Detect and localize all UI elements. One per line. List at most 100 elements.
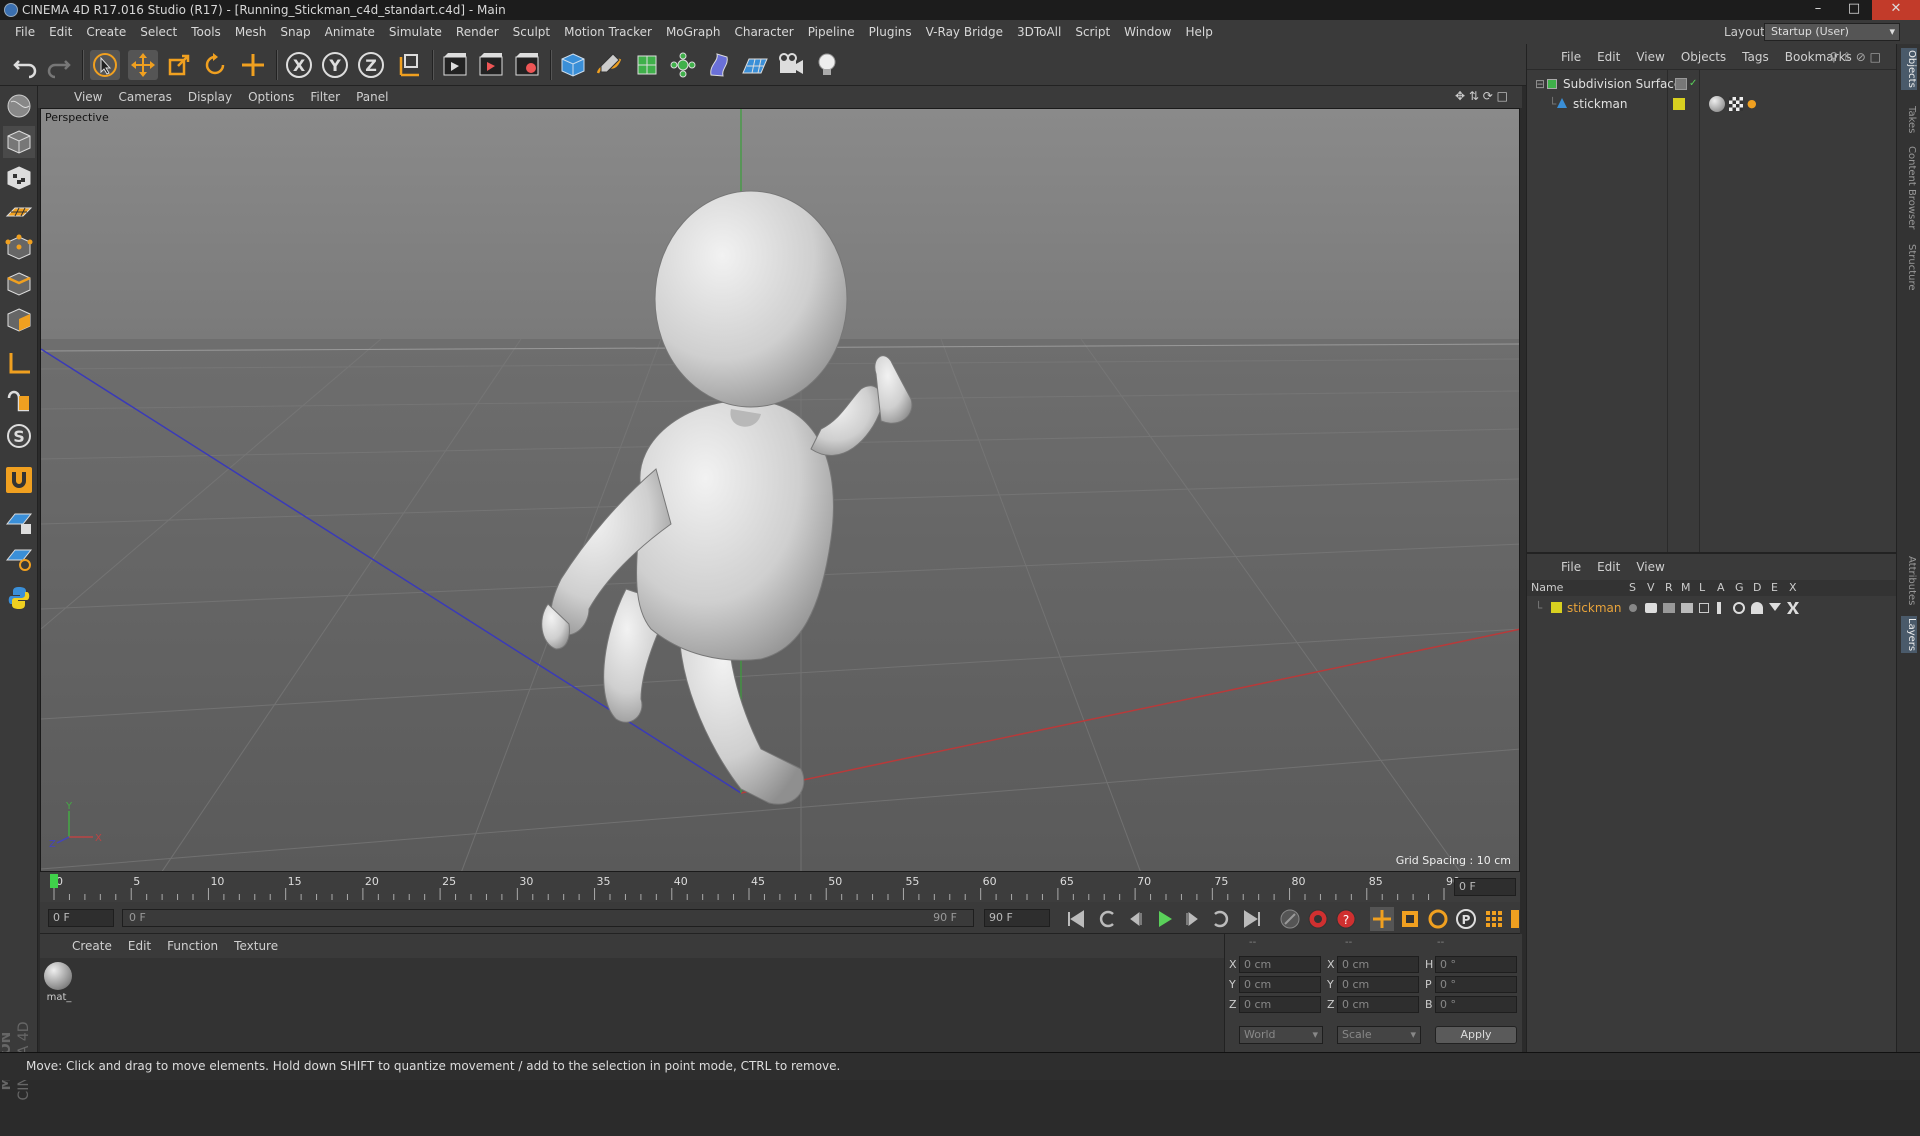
redo-icon[interactable] [44,50,74,80]
menu-animate[interactable]: Animate [318,25,382,39]
make-editable-icon[interactable] [3,90,35,122]
column-locked[interactable]: L [1699,580,1705,596]
camera-icon[interactable] [776,50,806,80]
layer-menu-view[interactable]: View [1628,560,1672,574]
menu-pipeline[interactable]: Pipeline [801,25,862,39]
object-menu-view[interactable]: View [1628,50,1672,64]
column-xref[interactable]: X [1789,580,1797,596]
tab-layers[interactable]: Layers [1901,616,1917,654]
goto-start-icon[interactable] [1064,907,1088,931]
solo-toggle-icon[interactable] [1629,604,1637,612]
light-icon[interactable] [812,50,842,80]
prev-key-icon[interactable] [1096,907,1120,931]
floor-environment-icon[interactable] [740,50,770,80]
rotate-icon[interactable] [200,50,230,80]
end-frame-field[interactable]: 90 F [984,909,1050,927]
coordinate-mode-dropdown[interactable]: World ▾ [1239,1026,1323,1044]
layer-tag-icon[interactable] [1675,78,1687,90]
tab-structure[interactable]: Structure [1901,244,1917,291]
maximize-button[interactable]: □ [1836,0,1872,20]
expression-toggle-icon[interactable] [1769,603,1781,611]
column-deformers[interactable]: D [1753,580,1761,596]
key-scale-icon[interactable] [1398,907,1422,931]
menu-3dtoall[interactable]: 3DToAll [1010,25,1068,39]
material-tag-icon[interactable] [1709,96,1725,112]
material-menu-edit[interactable]: Edit [120,939,159,953]
column-generators[interactable]: G [1735,580,1744,596]
grid-snap-icon[interactable] [3,542,35,574]
menu-sculpt[interactable]: Sculpt [506,25,557,39]
key-parameter-icon[interactable]: P [1454,907,1478,931]
menu-plugins[interactable]: Plugins [862,25,919,39]
column-animation[interactable]: A [1717,580,1725,596]
goto-end-icon[interactable] [1240,907,1264,931]
object-row-stickman[interactable]: └ stickman ● [1527,94,1897,114]
close-button[interactable]: ✕ [1872,0,1920,20]
autokey-icon[interactable] [1306,907,1330,931]
move-icon[interactable] [128,50,158,80]
subdivision-surface-icon[interactable] [632,50,662,80]
polygons-mode-icon[interactable] [3,304,35,336]
viewport-menu-panel[interactable]: Panel [348,90,396,104]
snap-icon[interactable]: S [3,420,35,452]
keyframe-selection-icon[interactable]: ? [1334,907,1358,931]
grid-lock-icon[interactable] [3,506,35,538]
object-menu-file[interactable]: File [1553,50,1589,64]
lock-icon[interactable] [1699,603,1709,613]
next-frame-icon[interactable] [1180,907,1204,931]
animation-toggle-icon[interactable] [1717,602,1721,614]
z-axis-lock-icon[interactable]: Z [356,50,386,80]
points-mode-icon[interactable] [3,232,35,264]
edit-render-settings-icon[interactable] [512,50,542,80]
deformer-icon[interactable] [704,50,734,80]
3d-viewport[interactable]: Y X Z Perspective Grid Spacing : 10 cm [40,108,1520,872]
menu-help[interactable]: Help [1178,25,1219,39]
viewport-menu-cameras[interactable]: Cameras [110,90,179,104]
tab-takes[interactable]: Takes [1901,106,1917,133]
cube-icon[interactable] [558,50,588,80]
apply-button[interactable]: Apply [1435,1026,1517,1044]
menu-edit[interactable]: Edit [42,25,79,39]
pen-spline-icon[interactable] [594,50,624,80]
menu-vray-bridge[interactable]: V-Ray Bridge [919,25,1010,39]
texture-tag-icon[interactable] [1729,97,1743,111]
axis-mode-icon[interactable] [3,348,35,380]
layer-color-icon[interactable] [1673,98,1685,110]
position-z-field[interactable]: 0 cm [1239,996,1321,1013]
next-key-icon[interactable] [1208,907,1232,931]
menu-script[interactable]: Script [1068,25,1117,39]
layer-color-swatch[interactable] [1551,602,1562,613]
tab-content-browser[interactable]: Content Browser [1901,146,1917,229]
position-y-field[interactable]: 0 cm [1239,976,1321,993]
key-rotation-icon[interactable] [1426,907,1450,931]
viewport-nav-icons[interactable]: ✥ ⇅ ⟳ □ [1447,89,1516,103]
current-frame-field[interactable]: 0 F [1454,878,1516,896]
y-axis-lock-icon[interactable]: Y [320,50,350,80]
menu-mograph[interactable]: MoGraph [659,25,728,39]
rotation-b-field[interactable]: 0 ° [1435,996,1517,1013]
tab-objects[interactable]: Objects [1901,48,1917,90]
visible-eye-icon[interactable] [1645,603,1657,613]
size-mode-dropdown[interactable]: Scale ▾ [1337,1026,1421,1044]
tweak-icon[interactable] [3,384,35,416]
tab-attributes[interactable]: Attributes [1901,556,1917,605]
timeline-icon[interactable] [1510,907,1520,931]
undo-icon[interactable] [10,50,40,80]
menu-file[interactable]: File [8,25,42,39]
magnet-icon[interactable] [3,464,35,496]
frame-range-slider[interactable]: 0 F 90 F [122,909,974,927]
menu-select[interactable]: Select [133,25,184,39]
cloner-icon[interactable] [668,50,698,80]
python-icon[interactable] [3,582,35,614]
timeline-ruler[interactable]: 0 5 10 15 20 25 30 35 40 45 50 55 60 65 70 75 80 85 90 0 F [40,872,1520,902]
texture-mode-icon[interactable] [3,162,35,194]
manager-toggle-icon[interactable] [1681,603,1693,613]
generator-toggle-icon[interactable] [1733,602,1745,614]
viewport-menu-options[interactable]: Options [240,90,302,104]
layout-dropdown[interactable]: Startup (User) ▾ [1764,23,1900,41]
column-view[interactable]: V [1647,580,1655,596]
size-x-field[interactable]: 0 cm [1337,956,1419,973]
menu-create[interactable]: Create [79,25,133,39]
menu-window[interactable]: Window [1117,25,1178,39]
menu-snap[interactable]: Snap [273,25,317,39]
